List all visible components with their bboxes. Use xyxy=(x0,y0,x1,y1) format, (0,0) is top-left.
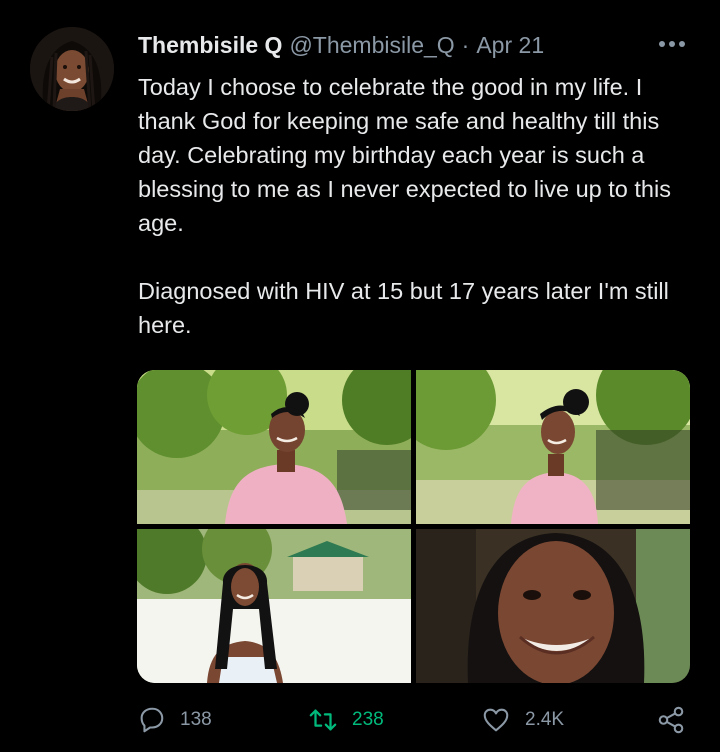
tweet-paragraph-2: Diagnosed with HIV at 15 but 17 years la… xyxy=(138,278,669,338)
reply-bubble-icon xyxy=(140,707,164,733)
avatar[interactable] xyxy=(30,27,114,111)
reply-button[interactable]: 138 xyxy=(136,700,212,740)
retweet-icon xyxy=(309,709,337,731)
share-icon xyxy=(658,706,684,734)
tweet-date[interactable]: Apr 21 xyxy=(476,32,544,59)
tweet-card[interactable]: Thembisile Q @Thembisile_Q · Apr 21 Toda… xyxy=(0,0,720,752)
photo-3[interactable] xyxy=(137,529,411,683)
more-options-button[interactable] xyxy=(656,32,688,56)
avatar-photo xyxy=(30,27,114,111)
heart-icon xyxy=(483,708,509,732)
photo-1[interactable] xyxy=(137,370,411,524)
display-name[interactable]: Thembisile Q xyxy=(138,32,282,59)
tweet-header: Thembisile Q @Thembisile_Q · Apr 21 xyxy=(138,30,544,60)
action-bar: 138 238 2.4K xyxy=(0,700,720,740)
share-button[interactable] xyxy=(656,700,686,740)
like-button[interactable]: 2.4K xyxy=(481,700,564,740)
user-handle[interactable]: @Thembisile_Q xyxy=(289,32,454,59)
photo-4[interactable] xyxy=(416,529,690,683)
tweet-paragraph-1: Today I choose to celebrate the good in … xyxy=(138,74,671,236)
retweet-button[interactable]: 238 xyxy=(308,700,384,740)
photo-2[interactable] xyxy=(416,370,690,524)
reply-count: 138 xyxy=(180,709,212,730)
photo-3-image xyxy=(137,529,411,683)
retweet-count: 238 xyxy=(352,709,384,730)
header-separator: · xyxy=(461,31,470,58)
like-count: 2.4K xyxy=(525,709,565,730)
photo-2-image xyxy=(416,370,690,524)
media-grid[interactable] xyxy=(137,370,690,683)
photo-1-image xyxy=(137,370,411,524)
tweet-text: Today I choose to celebrate the good in … xyxy=(138,70,698,342)
photo-4-image xyxy=(416,529,690,683)
more-dots-icon xyxy=(659,41,685,47)
